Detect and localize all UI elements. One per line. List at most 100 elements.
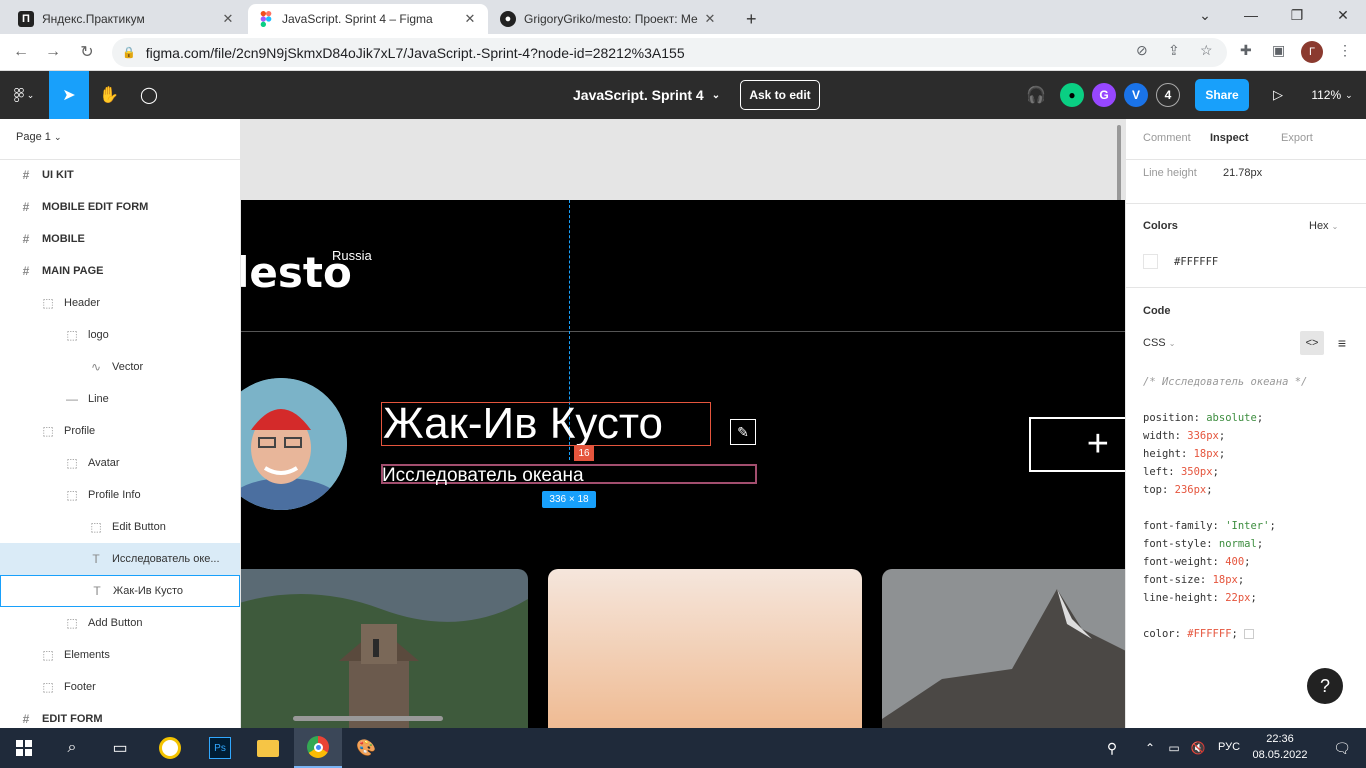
menu-icon[interactable]: ⋮ <box>1338 42 1352 59</box>
layer-row[interactable]: T Исследователь оке... <box>0 543 240 575</box>
extensions-icon[interactable]: ✚ <box>1240 42 1252 59</box>
forward-icon[interactable]: → <box>40 40 66 64</box>
color-format-dropdown[interactable]: Hex ⌄ <box>1309 220 1338 232</box>
move-tool-icon[interactable]: ➤ <box>49 71 89 119</box>
tab-figma[interactable]: JavaScript. Sprint 4 – Figma ✕ <box>248 4 488 34</box>
css-value: normal <box>1218 538 1257 550</box>
layer-row[interactable]: ⬚ Profile Info <box>0 479 240 511</box>
restore-icon[interactable]: ❐ <box>1274 0 1320 30</box>
sidepanel-icon[interactable]: ▣ <box>1272 42 1285 59</box>
layer-row[interactable]: # UI KIT <box>0 159 240 191</box>
battery-icon[interactable]: ▭ <box>1163 728 1185 768</box>
layer-row[interactable]: # MOBILE <box>0 223 240 255</box>
eye-off-icon[interactable]: ⊘ <box>1136 42 1148 59</box>
volume-muted-icon[interactable]: 🔇 <box>1187 728 1209 768</box>
reload-icon[interactable]: ↻ <box>74 40 100 64</box>
profile-about[interactable]: Исследователь океана <box>382 464 584 488</box>
horizontal-scrollbar[interactable] <box>293 716 443 721</box>
color-value[interactable]: #FFFFFF <box>1174 256 1218 268</box>
tray-chevron-icon[interactable]: ⌃ <box>1140 728 1160 768</box>
main-page-frame[interactable]: lesto Russia Жак-Ив Кусто ✎ 16 Исследова… <box>241 200 1125 728</box>
layer-type-icon: ⬚ <box>42 296 54 310</box>
tab-search-icon[interactable]: ⌄ <box>1182 0 1228 30</box>
code-lang-dropdown[interactable]: CSS ⌄ <box>1143 337 1175 349</box>
windows-start-icon[interactable] <box>0 728 48 768</box>
css-value: 236px <box>1174 484 1207 496</box>
back-icon[interactable]: ← <box>8 40 34 64</box>
present-icon[interactable]: ▷ <box>1266 71 1290 119</box>
close-window-icon[interactable]: ✕ <box>1320 0 1366 30</box>
minimize-icon[interactable]: — <box>1228 0 1274 30</box>
tab-yandex[interactable]: П Яндекс.Практикум ✕ <box>8 4 246 34</box>
list-view-icon[interactable]: ≡ <box>1330 331 1354 355</box>
css-property: font-style: normal; <box>1143 538 1263 550</box>
layer-row[interactable]: ⬚ Footer <box>0 671 240 703</box>
tab-export[interactable]: Export <box>1281 132 1313 144</box>
css-sep: : <box>1212 556 1226 568</box>
layer-row[interactable]: ⬚ Profile <box>0 415 240 447</box>
url-input[interactable]: 🔒 figma.com/file/2cn9N9jSkmxD84oJik7xL7/… <box>112 38 1227 67</box>
layer-type-icon: ⬚ <box>42 424 54 438</box>
tab-inspect[interactable]: Inspect <box>1210 132 1249 144</box>
task-view-icon[interactable]: ▭ <box>96 728 144 768</box>
layer-row[interactable]: ⬚ Avatar <box>0 447 240 479</box>
page-selector[interactable]: Page 1 ⌄ <box>16 131 61 143</box>
notifications-icon[interactable]: 🗨 <box>1318 728 1366 768</box>
zoom-dropdown[interactable]: 112% ⌄ <box>1308 71 1356 119</box>
bookmark-star-icon[interactable]: ☆ <box>1200 42 1213 59</box>
audio-headphones-icon[interactable]: 🎧 <box>1022 71 1050 119</box>
card-image[interactable] <box>241 569 528 728</box>
collaborator-avatar[interactable]: V <box>1124 83 1148 107</box>
layer-row[interactable]: ∿ Vector <box>0 351 240 383</box>
comment-tool-icon[interactable]: ◯ <box>129 71 169 119</box>
collaborator-count[interactable]: 4 <box>1156 83 1180 107</box>
tab-github[interactable]: ● GrigoryGriko/mesto: Проект: Ме ✕ <box>490 4 728 34</box>
card-image[interactable] <box>882 569 1125 728</box>
share-page-icon[interactable]: ⇪ <box>1168 42 1180 59</box>
layer-type-icon: T <box>92 552 100 566</box>
paint-icon[interactable]: 🎨 <box>342 728 390 768</box>
add-button[interactable]: + <box>1029 417 1125 472</box>
yandex-browser-icon[interactable] <box>146 728 194 768</box>
code-view-icon[interactable]: <> <box>1300 331 1324 355</box>
chrome-icon[interactable] <box>294 728 342 768</box>
edit-pencil-icon[interactable]: ✎ <box>730 419 756 445</box>
tab-comment[interactable]: Comment <box>1143 132 1191 144</box>
close-icon[interactable]: ✕ <box>702 11 718 27</box>
help-button[interactable]: ? <box>1307 668 1343 704</box>
close-icon[interactable]: ✕ <box>462 11 478 27</box>
ask-to-edit-button[interactable]: Ask to edit <box>740 80 820 110</box>
layer-row[interactable]: ⬚ Add Button <box>0 607 240 639</box>
language-indicator[interactable]: РУС <box>1218 741 1240 753</box>
people-icon[interactable]: ⚲ <box>1092 728 1132 768</box>
card-image[interactable] <box>548 569 862 728</box>
new-tab-button[interactable]: + <box>736 4 760 34</box>
layer-row[interactable]: ⬚ logo <box>0 319 240 351</box>
share-button[interactable]: Share <box>1195 79 1249 111</box>
layer-row[interactable]: ⬚ Elements <box>0 639 240 671</box>
profile-name[interactable]: Жак-Ив Кусто <box>383 398 663 450</box>
document-title[interactable]: JavaScript. Sprint 4 ⌄ <box>573 71 720 119</box>
clock-time[interactable]: 22:36 <box>1254 733 1306 745</box>
layer-row[interactable]: T Жак-Ив Кусто <box>0 575 240 607</box>
search-icon[interactable]: ⌕ <box>48 728 96 768</box>
figma-menu-icon[interactable]: ⌄ <box>4 71 44 119</box>
hand-tool-icon[interactable]: ✋ <box>89 71 129 119</box>
canvas[interactable]: lesto Russia Жак-Ив Кусто ✎ 16 Исследова… <box>241 119 1125 728</box>
profile-avatar-image[interactable] <box>241 378 347 510</box>
line-height-value: 21.78px <box>1223 167 1263 179</box>
user-avatar[interactable]: ● <box>1060 83 1084 107</box>
photoshop-icon[interactable]: Ps <box>196 728 244 768</box>
profile-avatar[interactable]: Г <box>1301 41 1323 63</box>
close-icon[interactable]: ✕ <box>220 11 236 27</box>
color-swatch[interactable] <box>1143 254 1158 269</box>
clock-date[interactable]: 08.05.2022 <box>1250 749 1310 761</box>
layer-row[interactable]: — Line <box>0 383 240 415</box>
collaborator-avatar[interactable]: G <box>1092 83 1116 107</box>
page-name: Page 1 <box>16 131 51 143</box>
file-explorer-icon[interactable] <box>244 728 292 768</box>
layer-row[interactable]: # MAIN PAGE <box>0 255 240 287</box>
layer-row[interactable]: # MOBILE EDIT FORM <box>0 191 240 223</box>
layer-row[interactable]: ⬚ Header <box>0 287 240 319</box>
layer-row[interactable]: ⬚ Edit Button <box>0 511 240 543</box>
